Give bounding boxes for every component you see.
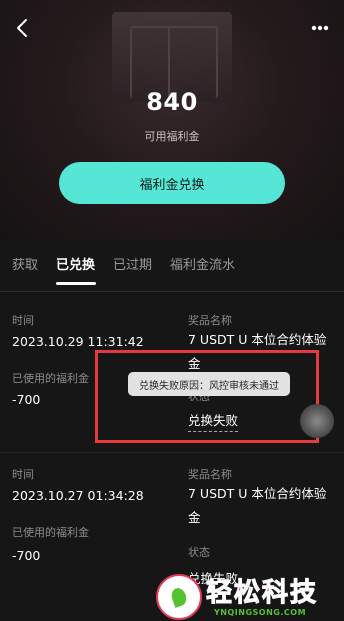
more-button[interactable] bbox=[308, 18, 332, 38]
used-label: 已使用的福利金 bbox=[12, 526, 89, 539]
prize-label: 奖品名称 bbox=[188, 468, 232, 481]
watermark-url: YNQINGSONG.COM bbox=[214, 608, 307, 617]
floating-assistant-button[interactable] bbox=[300, 404, 334, 438]
watermark-logo-icon bbox=[156, 574, 202, 620]
hero-banner: 840 可用福利金 福利金兑换 bbox=[0, 0, 344, 240]
tab-expired[interactable]: 已过期 bbox=[113, 254, 152, 273]
more-dots-icon bbox=[311, 25, 329, 31]
used-label: 已使用的福利金 bbox=[12, 372, 89, 385]
time-label: 时间 bbox=[12, 314, 34, 327]
balance-label: 可用福利金 bbox=[144, 130, 200, 143]
time-value: 2023.10.29 11:31:42 bbox=[12, 334, 144, 349]
time-value: 2023.10.27 01:34:28 bbox=[12, 488, 144, 503]
used-value: -700 bbox=[12, 392, 41, 407]
tab-bar: 获取 已兑换 已过期 福利金流水 bbox=[0, 240, 344, 292]
watermark: 轻松科技 YNQINGSONG.COM bbox=[156, 572, 344, 621]
prize-value: 7 USDT U 本位合约体验金 bbox=[188, 486, 327, 525]
tab-earn[interactable]: 获取 bbox=[12, 254, 38, 273]
prize-label: 奖品名称 bbox=[188, 314, 232, 327]
annotation-highlight-box bbox=[95, 350, 319, 443]
back-button[interactable] bbox=[10, 14, 34, 42]
status-label: 状态 bbox=[188, 546, 210, 559]
chevron-left-icon bbox=[17, 19, 27, 37]
tab-redeemed[interactable]: 已兑换 bbox=[56, 254, 95, 273]
watermark-title: 轻松科技 bbox=[205, 578, 319, 609]
tab-ledger[interactable]: 福利金流水 bbox=[170, 254, 235, 273]
used-value: -700 bbox=[12, 548, 41, 563]
time-label: 时间 bbox=[12, 468, 34, 481]
redeem-button[interactable]: 福利金兑换 bbox=[59, 162, 285, 204]
active-tab-indicator bbox=[56, 282, 96, 285]
balance-amount: 840 bbox=[146, 88, 198, 116]
